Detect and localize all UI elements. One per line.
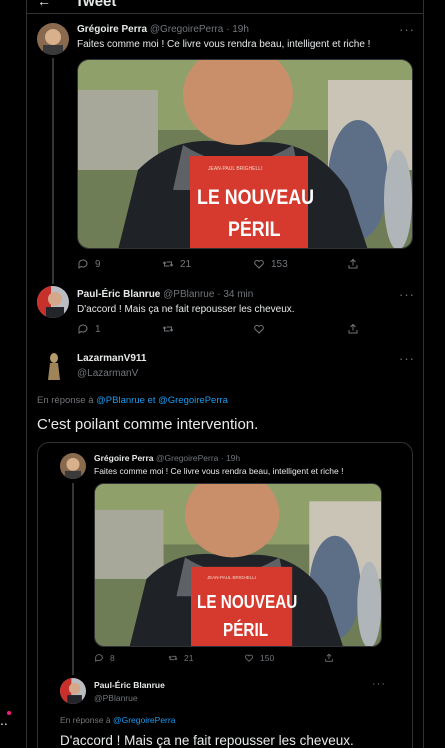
share-button[interactable]: [324, 653, 334, 663]
avatar[interactable]: [37, 286, 69, 318]
reply-prefix: En réponse à: [37, 395, 94, 406]
reply-context: En réponse à @GregoirePerra: [60, 715, 175, 725]
more-options-icon[interactable]: ···: [399, 22, 415, 37]
author-meta: @GregoirePerra · 19h: [155, 453, 241, 463]
reply-count: 1: [95, 323, 101, 335]
quoted-thread[interactable]: Grégoire Perra @GregoirePerra · 19h Fait…: [37, 442, 413, 748]
tweet-header: Paul-Éric Blanrue @PBlanrue · 34 min: [77, 289, 253, 300]
author-name[interactable]: Grégoire Perra: [94, 453, 154, 463]
like-button[interactable]: 153: [253, 258, 288, 270]
thread-line: [72, 483, 74, 675]
retweet-count: 21: [184, 653, 194, 663]
book-title-line2: PÉRIL: [228, 218, 281, 241]
reply-button[interactable]: 9: [77, 258, 101, 270]
share-button[interactable]: [347, 258, 359, 270]
reply-button[interactable]: 1: [77, 323, 101, 335]
page-title: Tweet: [75, 0, 117, 10]
heart-icon: [254, 324, 264, 334]
reply-button[interactable]: 8: [94, 653, 115, 663]
tweet-text: Faites comme moi ! Ce livre vous rendra …: [94, 466, 344, 476]
tweet-photo[interactable]: JEAN-PAUL BRIGHELLI LE NOUVEAU PÉRIL: [94, 483, 382, 647]
more-options-icon[interactable]: ···: [372, 678, 386, 690]
retweet-button[interactable]: 21: [162, 258, 191, 270]
tweet-photo[interactable]: JEAN-PAUL BRIGHELLI LE NOUVEAU PÉRIL: [77, 59, 413, 249]
author-handle: @PBlanrue: [94, 693, 138, 703]
tweet-column: ← Tweet Grégoire Perra @GregoirePerra · …: [26, 0, 424, 748]
tweet-text: Faites comme moi ! Ce livre vous rendra …: [77, 39, 371, 50]
thread-line: [52, 58, 54, 284]
author-meta: @GregoirePerra · 19h: [149, 24, 249, 35]
book-title-line2: PÉRIL: [223, 620, 269, 640]
book-author: JEAN-PAUL BRIGHELLI: [207, 575, 257, 580]
reply-icon: [95, 654, 103, 663]
reply-icon: [78, 259, 88, 269]
retweet-button[interactable]: 21: [168, 653, 193, 663]
reply-user-link[interactable]: @GregoirePerra: [158, 395, 228, 406]
reply-user-link[interactable]: @PBlanrue: [96, 395, 145, 406]
more-options-icon[interactable]: ···: [399, 287, 415, 302]
author-name[interactable]: LazarmanV911: [77, 353, 147, 364]
reply-user-link[interactable]: @GregoirePerra: [113, 715, 175, 725]
avatar[interactable]: [60, 678, 86, 704]
share-icon: [325, 653, 333, 662]
avatar[interactable]: [60, 453, 86, 479]
retweet-icon: [162, 326, 174, 332]
share-button[interactable]: [347, 323, 359, 335]
retweet-icon: [168, 655, 178, 661]
reply-count: 8: [110, 653, 115, 663]
back-arrow-icon[interactable]: ←: [37, 0, 51, 9]
tweet-header: Grégoire Perra @GregoirePerra · 19h: [77, 24, 249, 35]
reply-icon: [78, 324, 88, 334]
author-name[interactable]: Paul-Éric Blanrue: [77, 289, 160, 300]
retweet-count: 21: [180, 258, 192, 270]
reply-and: et: [147, 395, 156, 406]
avatar[interactable]: [37, 23, 69, 55]
reply-prefix: En réponse à: [60, 715, 111, 725]
heart-icon: [244, 654, 254, 662]
author-name[interactable]: Paul-Éric Blanrue: [94, 680, 165, 690]
avatar[interactable]: [41, 350, 67, 382]
book-title-line1: LE NOUVEAU: [197, 592, 298, 612]
like-count: 150: [260, 653, 275, 663]
tweet-text: D'accord ! Mais ça ne fait repousser les…: [77, 304, 295, 315]
reply-count: 9: [95, 258, 101, 270]
like-button[interactable]: 150: [244, 653, 274, 663]
notification-dot: [7, 711, 11, 715]
author-handle: @LazarmanV: [77, 368, 139, 379]
more-options-icon[interactable]: ···: [399, 351, 415, 366]
author-meta: @PBlanrue · 34 min: [163, 289, 254, 300]
retweet-button[interactable]: [162, 323, 174, 335]
like-button[interactable]: [253, 323, 265, 335]
book-author: JEAN-PAUL BRIGHELLI: [208, 166, 263, 172]
share-icon: [348, 323, 358, 334]
main-tweet-text: C'est poilant comme intervention.: [37, 416, 259, 433]
tweet-header: Grégoire Perra @GregoirePerra · 19h: [94, 453, 240, 463]
reply-context: En réponse à @PBlanrue et @GregoirePerra: [37, 395, 228, 406]
retweet-icon: [162, 261, 174, 267]
author-name[interactable]: Grégoire Perra: [77, 24, 147, 35]
quoted-tweet-text: D'accord ! Mais ça ne fait repousser les…: [60, 733, 354, 748]
like-count: 153: [271, 258, 288, 270]
page-header: ← Tweet: [27, 0, 423, 14]
share-icon: [348, 258, 358, 269]
book-title-line1: LE NOUVEAU: [197, 186, 315, 209]
heart-icon: [254, 259, 264, 269]
